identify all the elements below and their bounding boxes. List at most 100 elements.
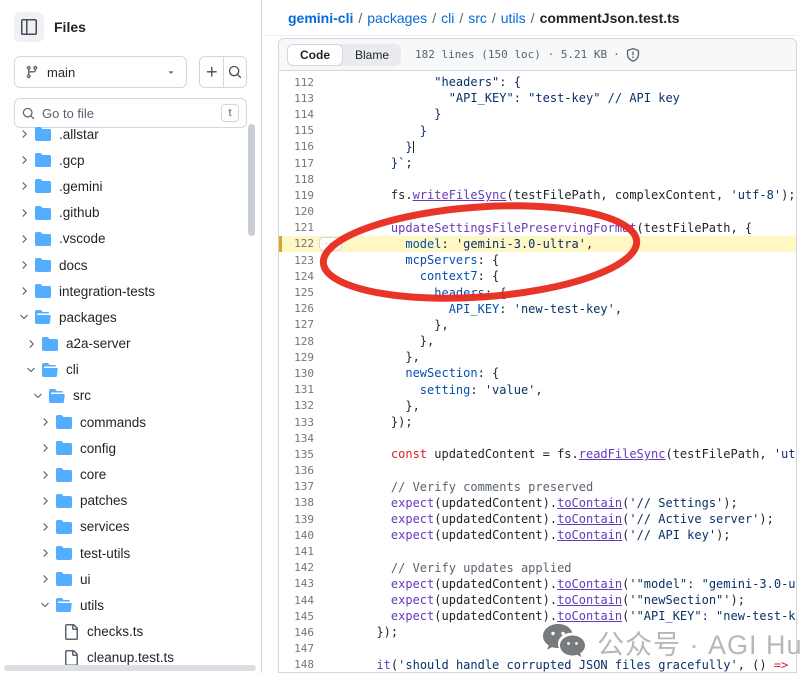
chevron-right-icon: [18, 233, 30, 245]
breadcrumb-link-src[interactable]: src: [468, 10, 487, 26]
code-line-144: 144 expect(updatedContent).toContain('"n…: [279, 592, 796, 608]
folder-icon: [56, 467, 72, 483]
line-number[interactable]: 139: [279, 513, 314, 526]
code-text: newSection: {: [362, 366, 499, 380]
line-number[interactable]: 126: [279, 302, 314, 315]
sidebar-horizontal-scrollbar[interactable]: [4, 665, 256, 671]
line-number[interactable]: 146: [279, 626, 314, 639]
line-number[interactable]: 136: [279, 464, 314, 477]
line-number[interactable]: 115: [279, 124, 314, 137]
code-line-131: 131 setting: 'value',: [279, 382, 796, 398]
line-number[interactable]: 143: [279, 577, 314, 590]
code-text: });: [362, 415, 413, 429]
tree-folder-.allstar[interactable]: .allstar: [0, 121, 253, 147]
tree-folder-src[interactable]: src: [0, 383, 253, 409]
tree-folder-services[interactable]: services: [0, 514, 253, 540]
line-number[interactable]: 132: [279, 399, 314, 412]
tree-folder-docs[interactable]: docs: [0, 252, 253, 278]
code-text: API_KEY: 'new-test-key',: [362, 302, 622, 316]
add-file-button[interactable]: [200, 57, 223, 87]
line-number[interactable]: 112: [279, 76, 314, 89]
chevron-right-icon: [39, 416, 51, 428]
line-number[interactable]: 121: [279, 221, 314, 234]
line-number[interactable]: 148: [279, 658, 314, 671]
line-number[interactable]: 129: [279, 351, 314, 364]
line-number[interactable]: 142: [279, 561, 314, 574]
tree-folder-test-utils[interactable]: test-utils: [0, 540, 253, 566]
collapse-sidebar-button[interactable]: [14, 12, 44, 42]
search-tree-button[interactable]: [223, 57, 246, 87]
line-number[interactable]: 127: [279, 318, 314, 331]
code-line-128: 128 },: [279, 333, 796, 349]
tree-folder-commands[interactable]: commands: [0, 409, 253, 435]
line-number[interactable]: 113: [279, 92, 314, 105]
code-blame-switch: Code Blame: [287, 44, 401, 66]
line-number[interactable]: 122: [279, 237, 314, 250]
line-number[interactable]: 124: [279, 270, 314, 283]
tree-folder-a2a-server[interactable]: a2a-server: [0, 331, 253, 357]
tree-item-label: utils: [80, 598, 104, 613]
line-number[interactable]: 114: [279, 108, 314, 121]
tree-folder-cli[interactable]: cli: [0, 357, 253, 383]
line-number[interactable]: 133: [279, 416, 314, 429]
folder-icon: [35, 205, 51, 221]
code-line-112: 112 "headers": {: [279, 74, 796, 90]
tree-folder-.gcp[interactable]: .gcp: [0, 147, 253, 173]
line-number[interactable]: 119: [279, 189, 314, 202]
line-number[interactable]: 141: [279, 545, 314, 558]
tree-folder-packages[interactable]: packages: [0, 304, 253, 330]
breadcrumb-link-cli[interactable]: cli: [441, 10, 454, 26]
line-number[interactable]: 120: [279, 205, 314, 218]
line-number[interactable]: 134: [279, 432, 314, 445]
code-container: Code Blame 182 lines (150 loc) · 5.21 KB…: [278, 38, 797, 673]
line-number[interactable]: 131: [279, 383, 314, 396]
line-number[interactable]: 137: [279, 480, 314, 493]
code-text: "API_KEY": "test-key" // API key: [362, 91, 680, 105]
line-number[interactable]: 125: [279, 286, 314, 299]
code-line-129: 129 },: [279, 349, 796, 365]
line-number[interactable]: 117: [279, 157, 314, 170]
tab-blame[interactable]: Blame: [343, 44, 401, 66]
code-text: // Verify updates applied: [362, 561, 572, 575]
breadcrumb-repo[interactable]: gemini-cli: [288, 10, 353, 26]
chevron-right-icon: [18, 259, 30, 271]
line-number[interactable]: 140: [279, 529, 314, 542]
tree-folder-ui[interactable]: ui: [0, 566, 253, 592]
chevron-right-icon: [39, 469, 51, 481]
tree-folder-.vscode[interactable]: .vscode: [0, 226, 253, 252]
line-number[interactable]: 138: [279, 496, 314, 509]
line-number[interactable]: 135: [279, 448, 314, 461]
line-number[interactable]: 130: [279, 367, 314, 380]
line-number[interactable]: 145: [279, 610, 314, 623]
line-number[interactable]: 128: [279, 335, 314, 348]
line-number[interactable]: 147: [279, 642, 314, 655]
sidebar-vertical-scrollbar[interactable]: [248, 124, 255, 236]
line-options-button[interactable]: ···: [319, 237, 342, 251]
tree-folder-.gemini[interactable]: .gemini: [0, 173, 253, 199]
tree-item-label: integration-tests: [59, 284, 155, 299]
goto-file-input[interactable]: [42, 106, 214, 121]
tree-folder-.github[interactable]: .github: [0, 200, 253, 226]
tree-folder-integration-tests[interactable]: integration-tests: [0, 278, 253, 304]
tab-code[interactable]: Code: [287, 44, 343, 66]
tree-folder-config[interactable]: config: [0, 435, 253, 461]
tree-item-label: .gcp: [59, 153, 85, 168]
text-cursor: [413, 141, 415, 153]
folder-icon: [56, 440, 72, 456]
shield-icon[interactable]: [626, 48, 640, 62]
tree-folder-utils[interactable]: utils: [0, 592, 253, 618]
line-number[interactable]: 123: [279, 254, 314, 267]
tree-folder-patches[interactable]: patches: [0, 488, 253, 514]
branch-selector[interactable]: main: [14, 56, 187, 88]
breadcrumb-link-utils[interactable]: utils: [501, 10, 526, 26]
line-number[interactable]: 116: [279, 140, 314, 153]
line-number[interactable]: 118: [279, 173, 314, 186]
line-number[interactable]: 144: [279, 594, 314, 607]
code-line-130: 130 newSection: {: [279, 365, 796, 381]
breadcrumb-separator: /: [427, 10, 441, 26]
tree-folder-core[interactable]: core: [0, 461, 253, 487]
breadcrumb-link-packages[interactable]: packages: [367, 10, 427, 26]
folder-icon: [35, 257, 51, 273]
tree-file-checks.ts[interactable]: checks.ts: [0, 619, 253, 645]
code-lines: 112 "headers": { 113 "API_KEY": "test-key…: [279, 71, 796, 673]
